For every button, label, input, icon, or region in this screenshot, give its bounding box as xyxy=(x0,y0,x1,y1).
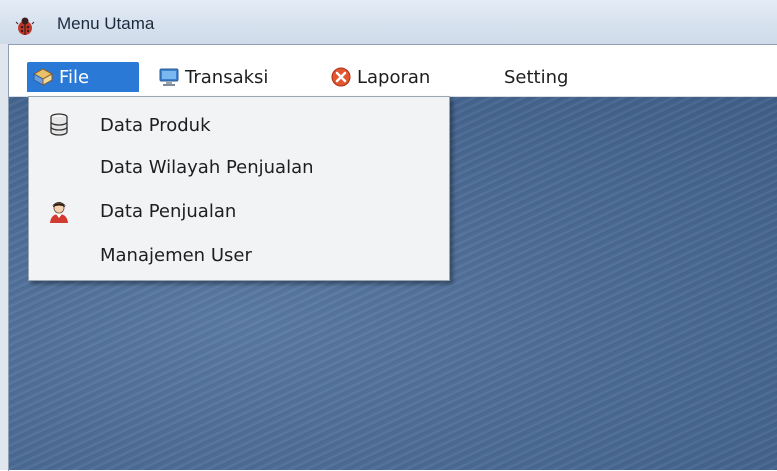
close-circle-icon xyxy=(331,67,351,87)
title-bar[interactable]: Menu Utama xyxy=(0,0,777,44)
menu-item-data-penjualan[interactable]: Data Penjualan xyxy=(29,191,449,231)
menu-file[interactable]: File xyxy=(27,62,139,92)
menu-transaksi[interactable]: Transaksi xyxy=(157,62,307,92)
monitor-icon xyxy=(159,68,179,86)
user-icon xyxy=(50,202,68,223)
menu-item-label: Data Wilayah Penjualan xyxy=(100,156,314,178)
menu-transaksi-label: Transaksi xyxy=(185,66,269,88)
database-icon xyxy=(50,113,68,136)
menu-item-label: Manajemen User xyxy=(100,244,252,266)
menu-setting-label: Setting xyxy=(504,66,569,88)
menu-item-data-wilayah-penjualan[interactable]: Data Wilayah Penjualan xyxy=(29,147,449,187)
menu-laporan-label: Laporan xyxy=(357,66,431,88)
menu-bar: File Transaksi Laporan Setting xyxy=(9,56,777,97)
menu-item-manajemen-user[interactable]: Manajemen User xyxy=(29,235,449,275)
menu-item-label: Data Produk xyxy=(100,114,211,136)
application-window: Menu Utama File Transaksi Laporan Settin… xyxy=(0,0,777,471)
menu-item-data-produk[interactable]: Data Produk xyxy=(29,105,449,145)
menu-setting[interactable]: Setting xyxy=(504,62,604,92)
menu-file-label: File xyxy=(59,66,90,88)
menu-item-label: Data Penjualan xyxy=(100,200,237,222)
ladybug-icon xyxy=(15,17,35,35)
menu-laporan[interactable]: Laporan xyxy=(329,62,469,92)
book-icon xyxy=(32,68,54,86)
file-dropdown-menu: Data Produk Data Wilayah Penjualan Data … xyxy=(28,96,450,281)
window-title: Menu Utama xyxy=(57,14,155,33)
